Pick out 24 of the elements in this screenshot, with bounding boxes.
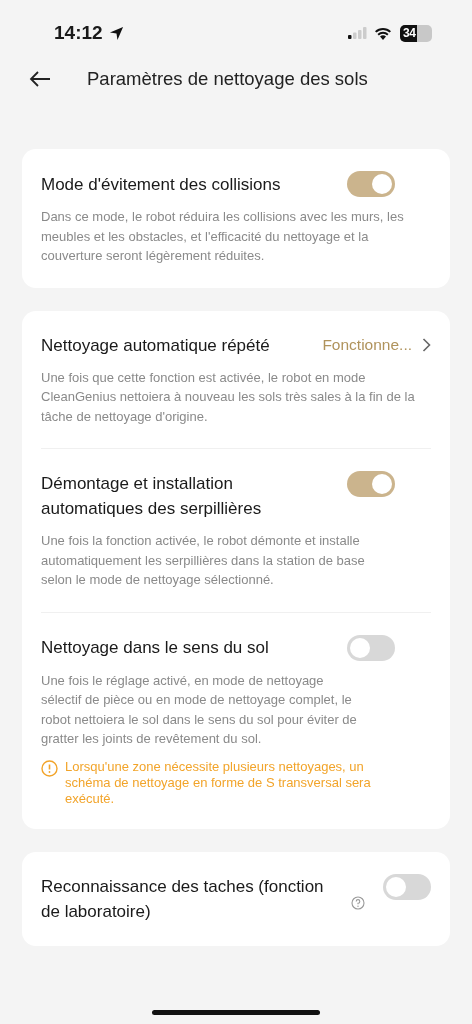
setting-description: Dans ce mode, le robot réduira les collisions avec les murs, les meubles et les obstacles, et l'efficacité du nettoyage et la couverture seront légèrement réduites. [41,208,405,265]
help-icon[interactable] [351,895,365,910]
setting-title: Démontage et installation automatiques des serpillières [41,473,263,520]
status-time: 14:12 [54,22,103,44]
setting-title: Mode d'évitement des collisions [41,173,282,196]
toggle-switch[interactable] [347,471,395,497]
setting-title: Nettoyage automatique répété [41,334,271,357]
battery-indicator: 34 [400,24,432,42]
chevron-right-icon[interactable] [422,338,431,352]
setting-description: Une fois le réglage activé, en mode de nettoyage sélectif de pièce ou en mode de nettoyage complet, le robot nettoiera le sol dans le sens du sol pour éviter de gratter les joints de revêtement du sol. [41,671,358,748]
setting-description: Une fois que cette fonction est activée, le robot en mode CleanGenius nettoiera à nouveau les sols très sales à la fin de la tâche de nettoyage d'origine. [41,368,416,426]
warning-text: Lorsqu'une zone nécessite plusieurs nettoyages, un schéma de nettoyage en forme de S transversal sera exécuté. [65,758,372,807]
setting-title: Nettoyage dans le sens du sol [41,637,270,659]
toggle-switch[interactable] [347,634,395,661]
setting-description: Une fois la fonction activée, le robot démonte et installe automatiquement les serpillières dans la station de base selon le mode de nettoyage sélectionné. [41,532,366,589]
toggle-switch[interactable] [347,171,395,197]
warning-icon [41,759,58,777]
wifi-icon [374,26,392,40]
location-arrow-icon [108,25,124,41]
setting-value[interactable]: Fonctionne... [322,336,412,354]
page-title: Paramètres de nettoyage des sols [87,68,368,90]
toggle-switch[interactable] [383,873,431,900]
setting-title: Reconnaissance des taches (fonction de laboratoire) [41,875,325,923]
signal-icon [348,27,368,39]
